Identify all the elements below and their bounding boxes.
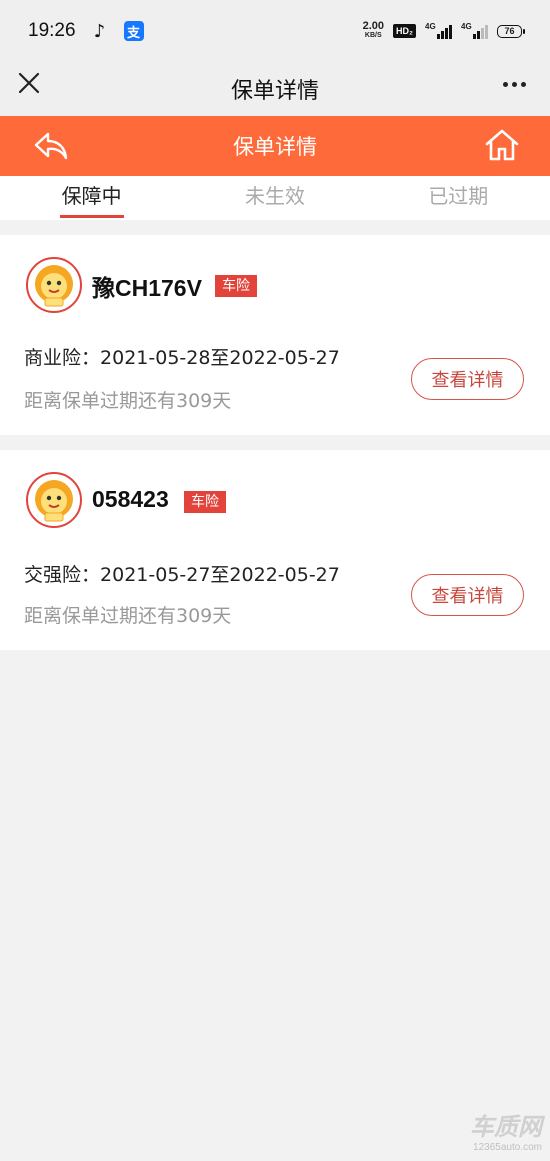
- lion-mascot-icon: [26, 257, 82, 313]
- coverage-type: 交强险：: [24, 564, 101, 586]
- lion-mascot-icon: [26, 472, 82, 528]
- policy-status-tabs: 保障中 未生效 已过期: [0, 176, 550, 220]
- network-speed: 2.00 KB/S: [362, 20, 384, 40]
- close-icon[interactable]: [16, 70, 42, 96]
- alipay-icon: 支: [123, 21, 144, 41]
- coverage-period: 商业险：2021-05-28至2022-05-27: [24, 343, 340, 370]
- nav-title: 保单详情: [230, 79, 319, 104]
- signal-strength-icon-2: 4G: [461, 22, 488, 39]
- license-plate: 豫CH176V: [92, 275, 202, 301]
- policy-card: 058423 车险 交强险：2021-05-27至2022-05-27 距离保单…: [0, 450, 550, 650]
- status-indicators: 2.00 KB/S HD₂ 4G 4G 76: [362, 20, 525, 40]
- view-details-button[interactable]: 查看详情: [411, 574, 524, 616]
- coverage-period: 交强险：2021-05-27至2022-05-27: [24, 560, 340, 587]
- more-options-icon[interactable]: [503, 82, 526, 87]
- tab-expired[interactable]: 已过期: [367, 176, 550, 220]
- home-icon[interactable]: [484, 127, 520, 163]
- coverage-dates: 2021-05-27至2022-05-27: [100, 564, 340, 586]
- signal-label-2: 4G: [461, 22, 472, 31]
- watermark: 车质网 12365auto.com: [470, 1107, 542, 1153]
- network-speed-value: 2.00: [362, 20, 384, 32]
- battery-icon: 76: [497, 24, 525, 38]
- signal-strength-icon: 4G: [425, 22, 452, 39]
- webview-nav-bar: 保单详情: [0, 62, 550, 116]
- signal-label: 4G: [425, 22, 436, 31]
- policy-card: 豫CH176V 车险 商业险：2021-05-28至2022-05-27 距离保…: [0, 235, 550, 435]
- days-remaining: 距离保单过期还有309天: [24, 390, 232, 412]
- tab-not-effective[interactable]: 未生效: [183, 176, 366, 220]
- status-bar: 19:26 ♪ 支 2.00 KB/S HD₂ 4G 4G 76: [0, 0, 550, 62]
- watermark-logo: 车质网: [470, 1114, 542, 1141]
- hd-voice-icon: HD₂: [393, 24, 416, 38]
- tab-active[interactable]: 保障中: [0, 176, 183, 220]
- network-speed-unit: KB/S: [364, 32, 382, 39]
- coverage-dates: 2021-05-28至2022-05-27: [100, 347, 340, 369]
- license-plate: 058423: [92, 486, 169, 512]
- car-insurance-badge: 车险: [184, 491, 226, 513]
- car-insurance-badge: 车险: [215, 275, 257, 297]
- view-details-button[interactable]: 查看详情: [411, 358, 524, 400]
- coverage-type: 商业险：: [24, 347, 101, 369]
- status-time: 19:26: [28, 20, 76, 41]
- watermark-url: 12365auto.com: [473, 1142, 542, 1153]
- days-remaining: 距离保单过期还有309天: [24, 605, 232, 627]
- page-title: 保单详情: [233, 135, 317, 159]
- page-header: 保单详情: [0, 116, 550, 176]
- back-icon[interactable]: [32, 128, 70, 164]
- tiktok-icon: ♪: [93, 20, 106, 42]
